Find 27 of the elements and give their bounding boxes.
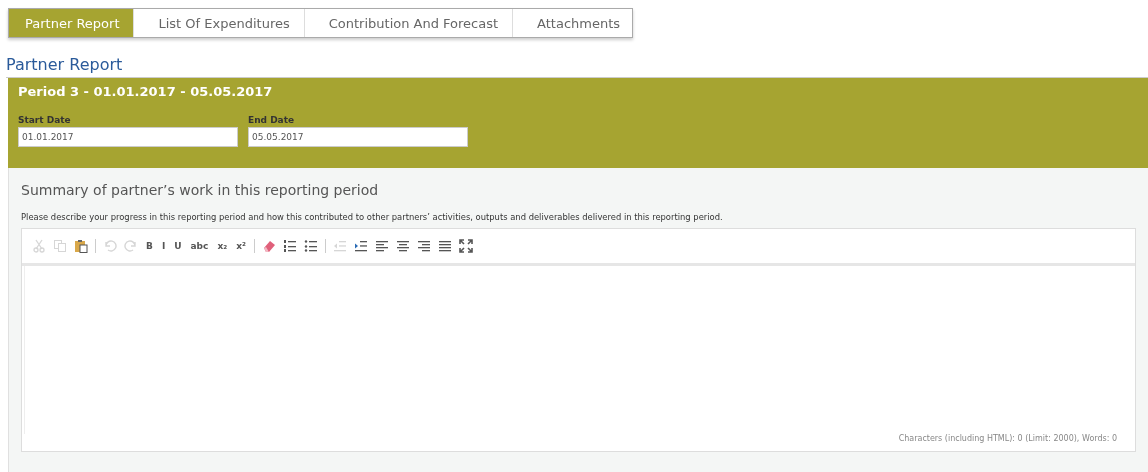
- step-tab[interactable]: List Of Expenditures: [134, 9, 305, 37]
- character-counter: Characters (including HTML): 0 (Limit: 2000), Words: 0: [898, 434, 1118, 445]
- format-button[interactable]: I: [158, 241, 169, 251]
- align-left-icon[interactable]: [374, 239, 389, 253]
- format-button[interactable]: x₂: [214, 241, 231, 251]
- align-center-icon[interactable]: [395, 239, 410, 253]
- date-field[interactable]: 05.05.2017: [248, 127, 468, 147]
- format-button[interactable]: x²: [233, 241, 249, 251]
- step-tab[interactable]: Attachments: [513, 9, 633, 37]
- maximize-icon[interactable]: [458, 239, 473, 253]
- bulleted-list-icon[interactable]: [303, 239, 318, 253]
- numbered-list-icon[interactable]: [282, 239, 297, 253]
- justify-icon[interactable]: [437, 239, 452, 253]
- section-description: Please describe your progress in this reporting period and how this contributed to other partners’ activities, outputs and deliverables delivered in this reporting period.: [21, 212, 724, 222]
- step-tab[interactable]: Contribution And Forecast: [304, 9, 514, 37]
- period-title: Period 3 - 01.01.2017 - 05.05.2017: [18, 84, 274, 99]
- format-button[interactable]: U: [171, 241, 185, 251]
- paste-icon[interactable]: [74, 239, 88, 253]
- format-button[interactable]: B: [143, 241, 156, 251]
- format-button[interactable]: abc: [187, 241, 212, 251]
- date-field[interactable]: 01.01.2017: [18, 127, 238, 147]
- align-right-icon[interactable]: [416, 239, 431, 253]
- eraser-icon[interactable]: [261, 239, 276, 253]
- indent-icon[interactable]: [353, 239, 368, 253]
- field-label: End Date: [248, 115, 296, 125]
- section-heading: Summary of partner’s work in this reporting period: [21, 182, 380, 198]
- field-label: Start Date: [18, 115, 72, 125]
